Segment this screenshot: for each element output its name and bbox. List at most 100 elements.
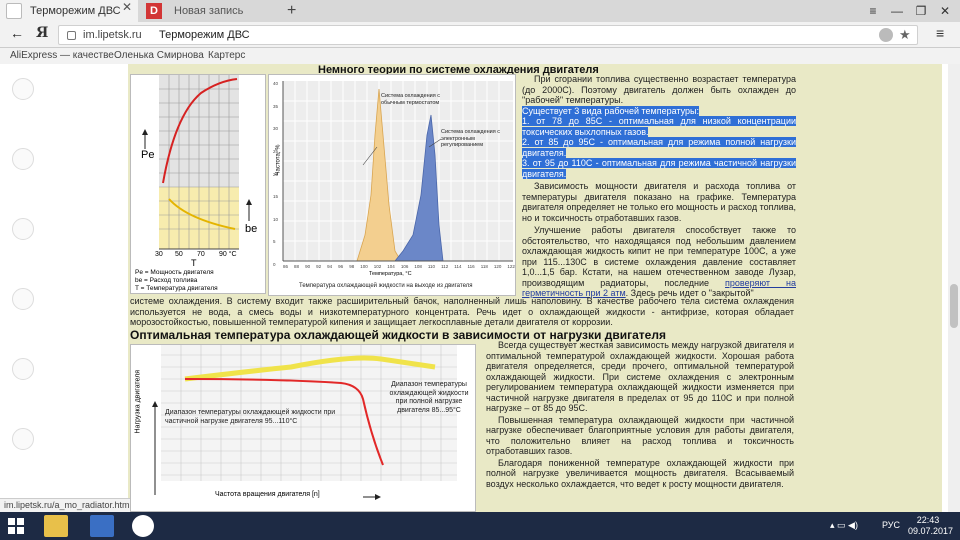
page-viewport: Немного теории по системе охлаждения дви… [0,64,960,512]
windows-start-icon[interactable] [8,518,24,534]
power-chart-legend: Pe = Мощность двигателя be = Расход топл… [135,269,218,293]
highlighted-text: 3. от 95 до 110С - оптимальная для режим… [522,158,796,179]
tab-active-label: Терморежим ДВС [30,5,121,17]
paragraph-with-link: Улучшение работы двигателя способствует … [522,225,796,299]
page-scrollbar[interactable] [948,64,960,512]
address-bar[interactable]: im.lipetsk.ru Терморежим ДВС ★ [58,25,918,45]
tab-second-label: Новая запись [174,5,244,17]
yandex-browser-icon[interactable] [132,515,154,537]
chart-caption: Температура охлаждающей жидкости на выхо… [299,283,473,289]
url-host: im.lipetsk.ru [83,29,142,41]
tray-icons[interactable]: ▴ ▭ ◀) [830,520,858,531]
x-tick: 116 [467,264,475,269]
right-text-column: При сгорании топлива существенно возраст… [522,74,796,299]
system-clock[interactable]: 22:43 09.07.2017 [908,515,954,537]
label-full-load: Диапазон температуры охлаждающей жидкост… [389,381,469,414]
y-tick: 25 [273,148,279,154]
circle-icon [12,358,34,380]
x-tick: 106 [400,264,409,269]
file-explorer-icon[interactable] [44,515,68,537]
y-tick: 5 [273,239,276,245]
tab-close-icon[interactable]: ✕ [122,0,132,14]
circle-icon [12,148,34,170]
circle-icon [12,78,34,100]
figure-power-vs-temperature: Pe be 30 50 70 90 °C T Pe = Мощность дви… [130,74,266,294]
dzen-icon[interactable]: D [146,3,162,19]
back-button[interactable]: ← [10,25,24,41]
tabs-menu-icon[interactable]: ≡ [862,0,884,22]
x-tick: 104 [387,264,395,269]
tab-bar: Терморежим ДВС ✕ D Новая запись + ≡ — ❐ … [0,0,960,22]
scrollbar-thumb[interactable] [950,284,958,328]
x-tick: 120 [493,264,502,269]
x-tick: 122 [507,264,515,269]
lock-icon [67,31,76,40]
status-url: im.lipetsk.ru/a_mo_radiator.htm [0,498,130,512]
x-tick: 102 [373,264,382,269]
y-ticks: 40 35 30 25 20 15 10 5 0 [273,81,278,267]
new-tab-button[interactable]: + [287,0,296,22]
bookmark-item[interactable]: Картерс [208,50,245,61]
full-width-paragraph: системе охлаждения. В систему входит так… [130,296,794,327]
clock-date: 09.07.2017 [908,526,954,536]
bookmark-star-icon[interactable]: ★ [899,27,911,43]
be-axis-label: be [245,223,258,235]
x-tick: 114 [454,264,462,269]
paragraph: Благодаря пониженной температуре охлажда… [486,457,794,489]
x-tick: 90 °C [219,251,237,258]
save-disk-icon[interactable] [90,515,114,537]
load-chart-svg [152,345,457,500]
x-tick: 50 [175,251,183,258]
circle-icon [12,218,34,240]
pe-axis-label: Pe [141,149,155,161]
label-electronic: Система охлаждения с электронным регулир… [441,129,501,148]
x-tick: 94 [327,264,333,269]
bookmark-item[interactable]: Оленька Смирнова [114,50,204,61]
paragraph: Повышенная температура охлаждающей жидко… [486,414,794,457]
y-tick: 15 [273,194,279,200]
x-tick: 86 [283,264,289,269]
browser-toolbar: ← Я im.lipetsk.ru Терморежим ДВС ★ ≡ [0,22,960,48]
x-tick: 112 [441,264,449,269]
minimize-button[interactable]: — [886,0,908,22]
close-window-button[interactable]: ✕ [934,0,956,22]
highlighted-text: 2. от 85 до 95С - оптимальная для режима… [522,137,796,158]
extension-icon[interactable] [879,28,893,42]
figure-load-vs-rpm: Нагрузка двигателя Частота вращения двиг… [130,344,476,512]
x-tick: 98 [349,264,355,269]
tab-new-record[interactable]: Новая запись [174,0,270,22]
x-ticks: 86 88 90 92 94 96 98 100 102 104 106 108… [283,264,515,269]
label-partial-load: Диапазон температуры охлаждающей жидкост… [165,409,336,425]
clock-time: 22:43 [916,515,940,525]
x-tick: 118 [480,264,488,269]
y-tick: 35 [273,103,279,109]
browser-menu-icon[interactable]: ≡ [936,25,944,41]
x-tick: 110 [427,264,436,269]
y-tick: 30 [273,126,279,132]
right-text-column-2: Всегда существует жесткая зависимость ме… [486,340,794,490]
x-tick: 100 [360,264,368,269]
yandex-logo[interactable]: Я [36,25,48,41]
y-tick: 20 [273,171,279,177]
y-tick: 10 [273,216,279,222]
maximize-button[interactable]: ❐ [910,0,932,22]
x-tick: 92 [316,264,322,269]
x-axis-label: Температура, °C [369,271,412,277]
language-indicator[interactable]: РУС [882,520,900,530]
article-content: Немного теории по системе охлаждения дви… [128,64,942,512]
tab-active[interactable]: Терморежим ДВС [0,0,138,22]
site-favicon-icon [6,3,22,19]
x-tick: 30 [155,251,163,258]
y-axis-label: Нагрузка двигателя [135,370,142,434]
highlighted-text: Существует 3 вида рабочей температуры: [522,105,700,116]
y-axis-label-text: Нагрузка двигателя [134,369,142,434]
bookmark-item[interactable]: AliExpress — качестве [10,50,114,61]
url-page-title: Терморежим ДВС [159,29,250,41]
paragraph: Всегда существует жесткая зависимость ме… [486,340,794,413]
legend-item: be = Расход топлива [135,277,198,284]
x-tick: 90 [305,264,311,269]
x-axis-label: Частота вращения двигателя [n] [215,491,320,498]
x-tick: 70 [197,251,205,258]
x-tick: 108 [414,264,422,269]
label-thermostat: Система охлаждения с обычным термостатом [381,93,441,106]
